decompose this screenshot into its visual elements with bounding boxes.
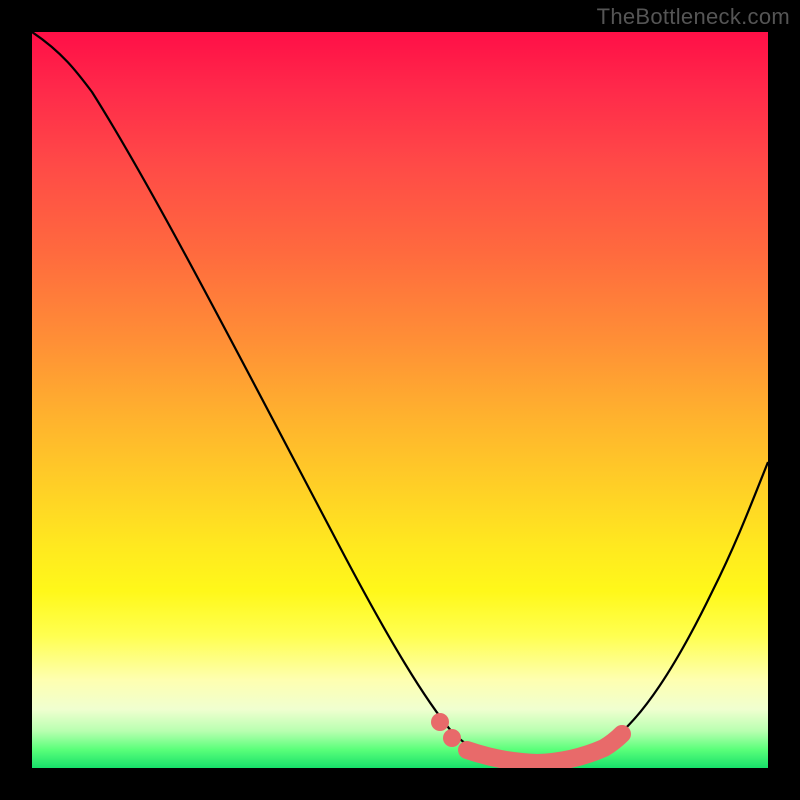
highlight-dot-left-lower — [443, 729, 461, 747]
curve-layer — [32, 32, 768, 768]
plot-area — [32, 32, 768, 768]
optimal-range-highlight — [467, 734, 622, 763]
bottleneck-curve — [32, 32, 768, 764]
watermark-text: TheBottleneck.com — [597, 4, 790, 30]
chart-frame: TheBottleneck.com — [0, 0, 800, 800]
highlight-dot-left-upper — [431, 713, 449, 731]
